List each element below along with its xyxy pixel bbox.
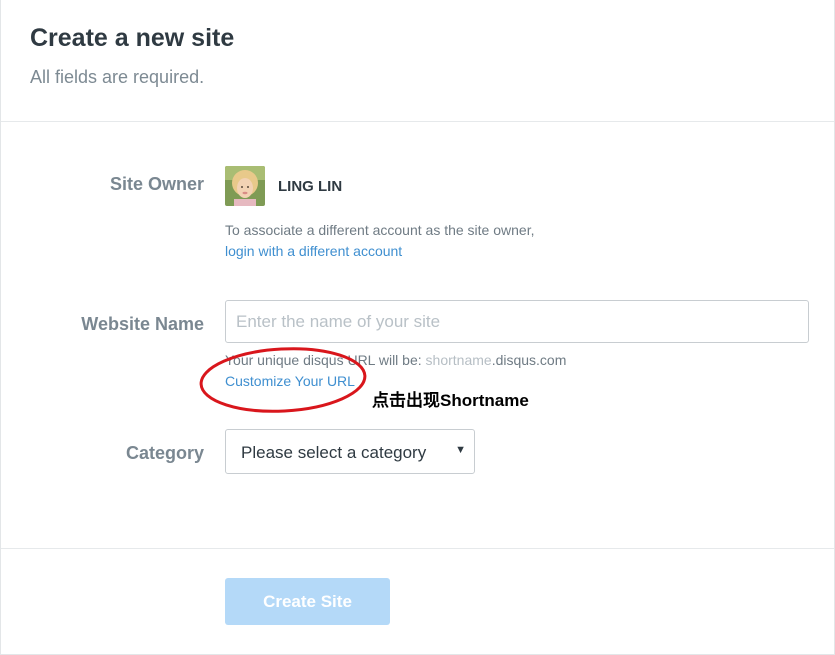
create-site-button[interactable]: Create Site: [225, 578, 390, 625]
url-prefix: Your unique disqus URL will be:: [225, 352, 426, 368]
page-subtitle: All fields are required.: [30, 67, 205, 87]
footer-divider: [1, 548, 834, 549]
annotation-note: 点击出现Shortname: [372, 391, 529, 410]
owner-name: LING LIN: [278, 178, 343, 195]
category-select[interactable]: Please select a category ▼: [225, 429, 475, 474]
website-name-input[interactable]: [225, 300, 809, 343]
unique-url-hint: Your unique disqus URL will be: shortnam…: [225, 352, 566, 368]
customize-url-link[interactable]: Customize Your URL: [225, 373, 355, 389]
category-selected-value: Please select a category: [241, 443, 427, 462]
page-header: Create a new site All fields are require…: [1, 0, 834, 122]
create-site-page: Create a new site All fields are require…: [0, 0, 835, 655]
avatar: [225, 166, 265, 206]
login-different-account-link[interactable]: login with a different account: [225, 243, 402, 259]
url-shortname: shortname: [425, 352, 492, 368]
page-title: Create a new site: [30, 24, 235, 52]
owner-helper-text: To associate a different account as the …: [225, 222, 535, 238]
website-name-label: Website Name: [81, 314, 204, 334]
url-domain: .disqus.com: [491, 352, 567, 368]
site-owner-label: Site Owner: [109, 174, 204, 194]
dropdown-arrow-icon: ▼: [455, 444, 466, 456]
avatar-image: [225, 166, 265, 206]
category-label: Category: [125, 443, 204, 463]
